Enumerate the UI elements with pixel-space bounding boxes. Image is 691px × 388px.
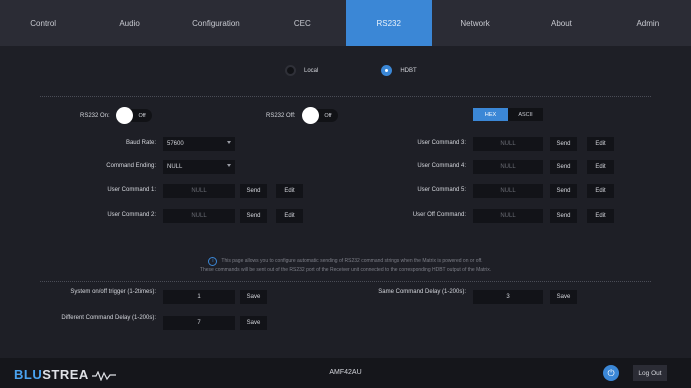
hdbt-radio[interactable]: [381, 65, 393, 76]
top-nav: Control Audio Configuration CEC RS232 Ne…: [0, 0, 691, 46]
logout-button[interactable]: Log Out: [633, 365, 667, 381]
info-icon: i: [208, 257, 218, 266]
tab-cec[interactable]: CEC: [259, 0, 345, 46]
user-command-2-send-button[interactable]: Send: [240, 209, 267, 223]
diff-delay-field[interactable]: 7: [163, 316, 235, 330]
user-command-4-label: User Command 4:: [417, 163, 466, 169]
divider-bottom: [40, 281, 651, 282]
tab-configuration[interactable]: Configuration: [173, 0, 259, 46]
info-line-2: These commands will be sent out of the R…: [199, 267, 492, 273]
baud-rate-select[interactable]: 57600: [163, 137, 235, 151]
rs232-off-row: RS232 Off: Off: [266, 107, 338, 124]
user-command-4-field[interactable]: NULL: [473, 160, 543, 174]
info-text: i This page allows you to configure autom…: [0, 257, 691, 274]
user-command-4-send-button[interactable]: Send: [550, 160, 577, 174]
model-name: AMF42AU: [329, 369, 362, 376]
same-delay-label: Same Command Delay (1-200s):: [378, 289, 466, 295]
tab-audio[interactable]: Audio: [86, 0, 172, 46]
user-command-1-send-button[interactable]: Send: [240, 184, 267, 198]
hex-button[interactable]: HEX: [473, 108, 508, 121]
diff-delay-label: Different Command Delay (1-200s):: [61, 315, 156, 321]
user-command-5-label: User Command 5:: [417, 187, 466, 193]
user-command-1-field[interactable]: NULL: [163, 184, 235, 198]
user-command-2-edit-button[interactable]: Edit: [276, 209, 303, 223]
baud-rate-value: 57600: [167, 141, 184, 147]
rs232-on-label: RS232 On:: [80, 112, 110, 119]
user-off-command-edit-button[interactable]: Edit: [587, 209, 614, 223]
rs232-on-toggle[interactable]: Off: [115, 107, 152, 124]
user-command-1-edit-button[interactable]: Edit: [276, 184, 303, 198]
info-line-1-text: This page allows you to configure automa…: [221, 258, 483, 264]
user-command-5-send-button[interactable]: Send: [550, 184, 577, 198]
chevron-down-icon: [227, 164, 231, 167]
divider-top: [40, 96, 651, 97]
rs232-on-state: Off: [138, 112, 146, 119]
user-command-3-edit-button[interactable]: Edit: [587, 137, 614, 151]
user-off-command-label: User Off Command:: [412, 212, 466, 218]
diff-delay-save-button[interactable]: Save: [240, 316, 267, 330]
trigger-save-button[interactable]: Save: [240, 290, 267, 304]
command-ending-value: NULL: [167, 164, 183, 170]
toggle-knob: [301, 107, 319, 124]
source-selector: Local HDBT: [285, 65, 417, 76]
local-radio[interactable]: [285, 65, 296, 76]
chevron-down-icon: [227, 141, 231, 144]
same-delay-field[interactable]: 3: [473, 290, 543, 304]
footer: BLUSTREA AMF42AU ⏻ Log Out: [0, 358, 691, 388]
power-icon[interactable]: ⏻: [603, 365, 619, 381]
user-command-3-send-button[interactable]: Send: [550, 137, 577, 151]
trigger-label: System on/off trigger (1-2times):: [70, 289, 156, 295]
user-off-command-field[interactable]: NULL: [473, 209, 543, 223]
same-delay-save-button[interactable]: Save: [550, 290, 577, 304]
tab-network[interactable]: Network: [432, 0, 518, 46]
tab-about[interactable]: About: [518, 0, 604, 46]
hdbt-radio-label: HDBT: [400, 67, 417, 74]
local-radio-label: Local: [304, 67, 319, 74]
tab-admin[interactable]: Admin: [605, 0, 691, 46]
rs232-on-row: RS232 On: Off: [80, 107, 152, 124]
user-command-5-edit-button[interactable]: Edit: [587, 184, 614, 198]
trigger-field[interactable]: 1: [163, 290, 235, 304]
toggle-knob: [115, 107, 133, 124]
tab-rs232[interactable]: RS232: [345, 0, 432, 46]
command-ending-label: Command Ending:: [106, 163, 156, 169]
user-command-5-field[interactable]: NULL: [473, 184, 543, 198]
format-selector: HEX ASCII: [473, 108, 543, 121]
command-ending-select[interactable]: NULL: [163, 160, 235, 174]
tab-control[interactable]: Control: [0, 0, 86, 46]
ascii-button[interactable]: ASCII: [508, 108, 543, 121]
user-command-3-field[interactable]: NULL: [473, 137, 543, 151]
rs232-off-label: RS232 Off:: [266, 112, 296, 119]
baud-rate-label: Baud Rate:: [125, 140, 156, 146]
user-command-1-label: User Command 1:: [107, 187, 156, 193]
user-command-3-label: User Command 3:: [417, 140, 466, 146]
user-off-command-send-button[interactable]: Send: [550, 209, 577, 223]
user-command-2-field[interactable]: NULL: [163, 209, 235, 223]
info-line-1: i This page allows you to configure autom…: [0, 257, 691, 266]
user-command-2-label: User Command 2:: [107, 212, 156, 218]
rs232-off-state: Off: [324, 112, 332, 119]
rs232-off-toggle[interactable]: Off: [301, 107, 338, 124]
user-command-4-edit-button[interactable]: Edit: [587, 160, 614, 174]
